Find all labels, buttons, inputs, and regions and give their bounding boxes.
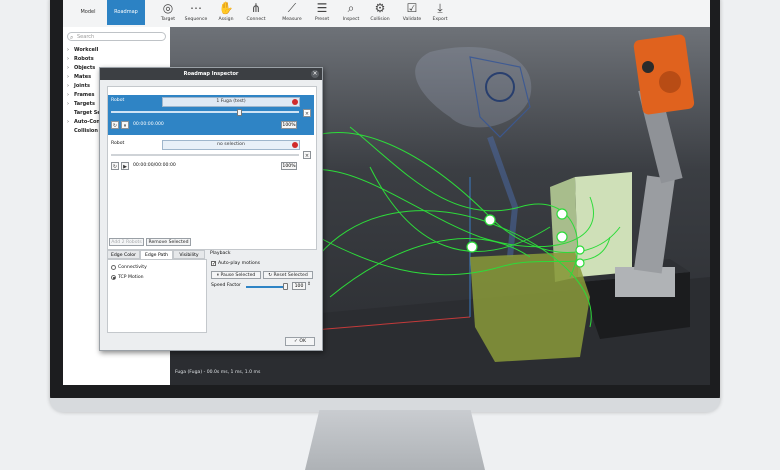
tree-item-targets[interactable]: › Targets bbox=[67, 101, 95, 107]
tree-item-robots[interactable]: › Robots bbox=[67, 56, 94, 62]
ok-button[interactable]: ✓ OK bbox=[285, 337, 315, 346]
robot-2-replay-button[interactable]: ↻ bbox=[111, 162, 119, 170]
robot-2-play-button[interactable]: ▶ bbox=[121, 162, 129, 170]
search-input[interactable]: ⌕ Search bbox=[67, 32, 166, 41]
tree-item-auto-connect[interactable]: › Auto-Con bbox=[67, 119, 100, 125]
robot-2-select[interactable]: no selection bbox=[162, 140, 300, 150]
ghost-robot bbox=[415, 47, 532, 258]
remove-selected-button[interactable]: Remove Selected bbox=[146, 238, 191, 246]
robot-1-timeline-handle[interactable] bbox=[237, 109, 242, 116]
chevron-right-icon: › bbox=[67, 83, 69, 89]
tree-item-collision[interactable]: Collision bbox=[74, 128, 98, 134]
tab-model[interactable]: Model bbox=[69, 0, 107, 25]
validate-tool[interactable]: ☑ Validate bbox=[399, 1, 425, 25]
viewport-status: Fuga (Fuga) - 00.0s ms, 1 ms, 1.0 ms bbox=[175, 370, 261, 375]
tree-item-mates[interactable]: › Mates bbox=[67, 74, 91, 80]
sliders-icon: ☰ bbox=[316, 1, 328, 15]
playback-title: Playback bbox=[210, 251, 231, 256]
connectivity-radio[interactable] bbox=[111, 265, 116, 270]
target-tool[interactable]: ◎ Target bbox=[155, 1, 181, 25]
chevron-right-icon: › bbox=[67, 47, 69, 53]
close-icon[interactable]: × bbox=[311, 70, 319, 78]
measure-tool[interactable]: ⟋ Measure bbox=[279, 1, 305, 25]
add-robots-button[interactable]: Add 2 Robots bbox=[109, 238, 144, 246]
chevron-right-icon: › bbox=[67, 74, 69, 80]
tree-item-target-sequences[interactable]: Target Se bbox=[67, 110, 101, 116]
edge-path-panel: Connectivity TCP Motion bbox=[107, 259, 207, 333]
robot-1-replay-button[interactable]: ↻ bbox=[111, 121, 119, 129]
tree-item-joints[interactable]: › Joints bbox=[67, 83, 90, 89]
robot-2-percent[interactable]: 100% bbox=[281, 162, 297, 170]
target-icon: ◎ bbox=[162, 1, 174, 15]
tree-item-frames[interactable]: › Frames bbox=[67, 92, 95, 98]
tree-item-objects[interactable]: › Objects bbox=[67, 65, 95, 71]
robot-1-time: 00:00:00.000 bbox=[133, 122, 164, 127]
chevron-right-icon: › bbox=[67, 119, 69, 125]
autoplay-checkbox[interactable]: ✓ bbox=[211, 261, 216, 267]
search-placeholder: Search bbox=[77, 34, 95, 40]
monitor-stand bbox=[305, 410, 485, 470]
sequence-icon: ⋯ bbox=[190, 1, 202, 15]
robot-2-timeline[interactable] bbox=[111, 154, 299, 156]
tab-roadmap[interactable]: Roadmap bbox=[107, 0, 145, 25]
edge-tabs: Edge Color Edge Path Visibility bbox=[107, 250, 205, 259]
tab-edge-color[interactable]: Edge Color bbox=[107, 250, 140, 259]
assign-icon: ✋ bbox=[218, 1, 234, 15]
remove-robot-2-icon[interactable] bbox=[292, 142, 298, 148]
monitor-chin bbox=[50, 398, 720, 412]
tab-edge-path[interactable]: Edge Path bbox=[140, 250, 173, 259]
robot-1-close-button[interactable]: × bbox=[303, 109, 311, 117]
robot-1-pause-button[interactable]: ⏸ bbox=[121, 121, 129, 129]
assign-tool[interactable]: ✋ Assign bbox=[213, 1, 239, 25]
robot-row-1[interactable]: Robot 1 Fuga (test) × ↻ ⏸ 00:00:00.000 1… bbox=[108, 95, 314, 135]
robot-2-close-button[interactable]: × bbox=[303, 151, 311, 159]
robot-1-timeline[interactable] bbox=[111, 111, 299, 113]
dialog-title: Roadmap Inspector bbox=[100, 68, 322, 80]
roadmap-inspector-dialog: Roadmap Inspector × Robot 1 Fuga (test) … bbox=[99, 67, 323, 351]
chevron-right-icon: › bbox=[67, 92, 69, 98]
car-door-part bbox=[470, 252, 590, 362]
connect-icon: ⋔ bbox=[250, 1, 262, 15]
sequence-tool[interactable]: ⋯ Sequence bbox=[183, 1, 209, 25]
collision-icon: ⚙ bbox=[374, 1, 386, 15]
robot-1-select[interactable]: 1 Fuga (test) bbox=[162, 97, 300, 107]
preset-tool[interactable]: ☰ Preset bbox=[309, 1, 335, 25]
ribbon-toolbar: Model Roadmap ◎ Target ⋯ Sequence ✋ Assign … bbox=[63, 0, 710, 28]
speed-slider-handle[interactable] bbox=[283, 283, 288, 290]
app-window: Model Roadmap ◎ Target ⋯ Sequence ✋ Assign … bbox=[63, 0, 710, 385]
export-tool[interactable]: ⤓ Export bbox=[427, 1, 453, 25]
robot-1-percent[interactable]: 100% bbox=[281, 121, 297, 129]
tcp-motion-radio[interactable] bbox=[111, 275, 116, 280]
inspect-icon: ⌕ bbox=[347, 1, 355, 15]
collision-tool[interactable]: ⚙ Collision bbox=[367, 1, 393, 25]
robots-list-panel: Robot 1 Fuga (test) × ↻ ⏸ 00:00:00.000 1… bbox=[107, 86, 317, 250]
chevron-right-icon: › bbox=[67, 56, 69, 62]
validate-icon: ☑ bbox=[406, 1, 418, 15]
tree-item-workcell[interactable]: › Workcell bbox=[67, 47, 98, 53]
chevron-right-icon: › bbox=[67, 101, 69, 107]
pause-selected-button[interactable]: ⏸ Pause Selected bbox=[211, 271, 261, 279]
reset-selected-button[interactable]: ↻ Reset Selected bbox=[263, 271, 313, 279]
tab-visibility[interactable]: Visibility bbox=[173, 250, 205, 259]
connect-tool[interactable]: ⋔ Connect bbox=[243, 1, 269, 25]
chevron-right-icon: › bbox=[67, 65, 69, 71]
export-icon: ⤓ bbox=[437, 1, 443, 15]
speed-slider[interactable] bbox=[246, 286, 286, 288]
spin-arrows-icon[interactable]: ⇕ bbox=[307, 282, 311, 287]
robot-2-time: 00:00:00/00:00:00 bbox=[133, 163, 176, 168]
speed-value[interactable]: 100 bbox=[292, 282, 306, 290]
inspect-tool[interactable]: ⌕ Inspect bbox=[338, 1, 364, 25]
search-icon: ⌕ bbox=[70, 34, 74, 41]
ruler-icon: ⟋ bbox=[287, 1, 297, 15]
remove-robot-1-icon[interactable] bbox=[292, 99, 298, 105]
